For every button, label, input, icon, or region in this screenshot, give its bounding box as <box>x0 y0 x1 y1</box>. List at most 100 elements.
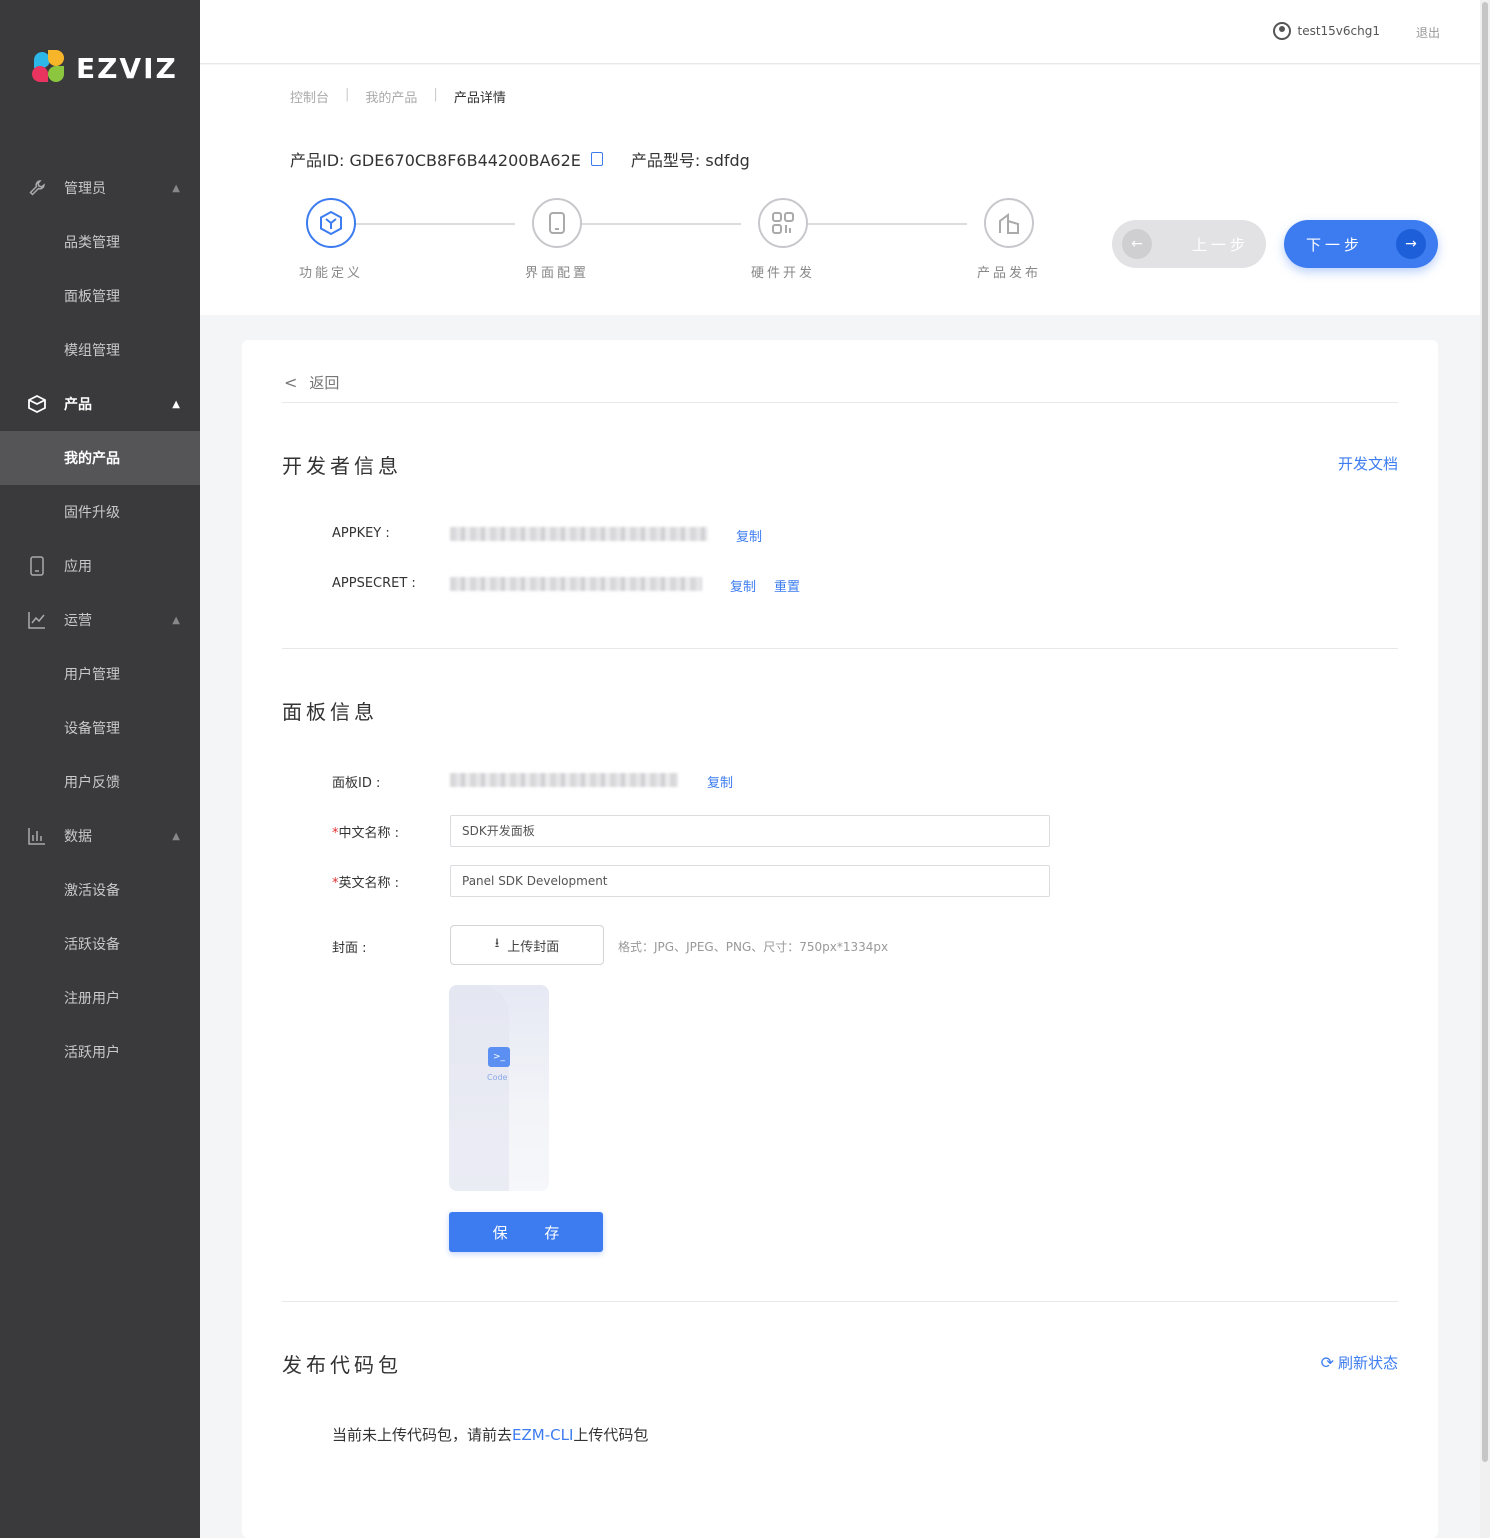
en-name-input[interactable]: Panel SDK Development <box>450 865 1050 897</box>
sidebar-item-label: 设备管理 <box>64 721 120 737</box>
breadcrumb-separator: | <box>433 87 438 102</box>
sidebar-item-label: 活跃设备 <box>64 937 120 953</box>
arrow-right-icon: → <box>1396 229 1426 259</box>
appkey-value-redacted <box>450 527 708 541</box>
sidebar-item-15[interactable]: 注册用户 <box>0 971 200 1025</box>
step-label: 硬件开发 <box>750 266 815 281</box>
product-model: 产品型号: sdfdg <box>630 151 750 170</box>
sidebar-item-8[interactable]: 运营 ▲ <box>0 593 200 647</box>
package-status-text: 当前未上传代码包，请前去EZM-CLI上传代码包 <box>332 1424 648 1445</box>
breadcrumb-my-products[interactable]: 我的产品 <box>365 87 417 106</box>
sidebar-item-label: 激活设备 <box>64 883 120 899</box>
cn-name-label-text: 中文名称 : <box>338 826 400 841</box>
sidebar-item-label: 应用 <box>64 559 92 575</box>
cover-code-label: Code <box>487 1073 508 1082</box>
grid-icon <box>758 198 808 248</box>
refresh-status-link[interactable]: ⟳ 刷新状态 <box>1321 1352 1398 1373</box>
copy-appkey-button[interactable]: 复制 <box>736 526 762 545</box>
progress-steps: 功能定义 界面配置 硬件开发 产品发布 <box>290 198 1050 288</box>
sidebar-item-label: 模组管理 <box>64 343 120 359</box>
reset-appsecret-button[interactable]: 重置 <box>774 576 800 595</box>
breadcrumb-console[interactable]: 控制台 <box>290 87 329 106</box>
next-step-button[interactable]: 下一步 → <box>1284 220 1438 268</box>
step-connector <box>581 223 741 225</box>
step-function-definition[interactable]: 功能定义 <box>286 198 376 281</box>
sidebar-item-10[interactable]: 设备管理 <box>0 701 200 755</box>
user-menu[interactable]: test15v6chg1 <box>1273 22 1380 40</box>
chevron-up-icon: ▲ <box>172 614 180 626</box>
sidebar-item-2[interactable]: 面板管理 <box>0 269 200 323</box>
step-label: 产品发布 <box>976 266 1041 281</box>
sidebar-item-label: 注册用户 <box>64 991 120 1007</box>
phone-icon <box>532 198 582 248</box>
upload-cover-button[interactable]: ⭳ 上传封面 <box>450 925 604 965</box>
divider <box>282 1301 1398 1302</box>
cover-label: 封面 : <box>332 941 367 956</box>
appsecret-label: APPSECRET : <box>332 576 416 591</box>
save-button[interactable]: 保 存 <box>449 1212 603 1252</box>
sidebar-item-label: 我的产品 <box>64 451 120 467</box>
cn-name-input[interactable]: SDK开发面板 <box>450 815 1050 847</box>
sidebar-item-label: 运营 <box>64 613 92 629</box>
sidebar-item-1[interactable]: 品类管理 <box>0 215 200 269</box>
arrow-left-icon: ← <box>1122 229 1152 259</box>
chevron-up-icon: ▲ <box>172 398 180 410</box>
sidebar-item-label: 数据 <box>64 829 92 845</box>
chevron-up-icon: ▲ <box>172 830 180 842</box>
next-step-label: 下一步 <box>1306 235 1364 254</box>
chevron-left-icon: < <box>284 373 298 392</box>
developer-info-title: 开发者信息 <box>282 454 402 478</box>
sidebar-item-label: 面板管理 <box>64 289 120 305</box>
sidebar-item-11[interactable]: 用户反馈 <box>0 755 200 809</box>
panel-id-label: 面板ID : <box>332 776 381 791</box>
sidebar-item-3[interactable]: 模组管理 <box>0 323 200 377</box>
en-name-label: *英文名称 : <box>332 872 399 891</box>
scrollbar-thumb[interactable] <box>1482 2 1488 1462</box>
divider <box>282 402 1398 403</box>
chart-line-icon <box>27 610 47 630</box>
step-connector <box>807 223 967 225</box>
cover-format-hint: 格式：JPG、JPEG、PNG、尺寸：750px*1334px <box>618 940 889 954</box>
step-connector <box>355 223 515 225</box>
terminal-icon: >_ <box>488 1047 510 1067</box>
dev-docs-link[interactable]: 开发文档 <box>1338 453 1398 474</box>
sidebar-item-14[interactable]: 活跃设备 <box>0 917 200 971</box>
box-icon <box>27 394 47 414</box>
breadcrumb-current: 产品详情 <box>453 91 506 106</box>
sidebar-item-16[interactable]: 活跃用户 <box>0 1025 200 1079</box>
ezviz-logo[interactable]: EZVIZ <box>30 48 178 88</box>
en-name-label-text: 英文名称 : <box>338 876 400 891</box>
sidebar-item-0[interactable]: 管理员 ▲ <box>0 161 200 215</box>
sidebar-item-5[interactable]: 我的产品 <box>0 431 200 485</box>
bar-chart-icon <box>27 826 47 846</box>
refresh-status-label: 刷新状态 <box>1337 1354 1398 1372</box>
sidebar-item-9[interactable]: 用户管理 <box>0 647 200 701</box>
logout-link[interactable]: 退出 <box>1416 24 1440 41</box>
sidebar-item-12[interactable]: 数据 ▲ <box>0 809 200 863</box>
sidebar-item-6[interactable]: 固件升级 <box>0 485 200 539</box>
prev-step-button[interactable]: ← 上一步 <box>1112 220 1266 268</box>
ezm-cli-link[interactable]: EZM-CLI <box>512 1426 573 1444</box>
copy-panel-id-button[interactable]: 复制 <box>707 772 733 791</box>
sidebar-item-4[interactable]: 产品 ▲ <box>0 377 200 431</box>
chevron-up-icon: ▲ <box>172 182 180 194</box>
product-header: 控制台 | 我的产品 | 产品详情 产品ID: GDE670CB8F6B4420… <box>200 65 1480 315</box>
sidebar-item-label: 活跃用户 <box>64 1045 120 1061</box>
step-ui-config[interactable]: 界面配置 <box>512 198 602 281</box>
top-header: test15v6chg1 退出 <box>200 0 1480 64</box>
divider <box>282 648 1398 649</box>
sidebar-item-13[interactable]: 激活设备 <box>0 863 200 917</box>
sidebar-item-7[interactable]: 应用 <box>0 539 200 593</box>
step-product-release[interactable]: 产品发布 <box>964 198 1054 281</box>
step-hardware-dev[interactable]: 硬件开发 <box>738 198 828 281</box>
username: test15v6chg1 <box>1297 24 1380 38</box>
step-label: 界面配置 <box>524 266 589 281</box>
copy-appsecret-button[interactable]: 复制 <box>730 576 756 595</box>
refresh-icon: ⟳ <box>1320 1353 1334 1372</box>
copy-icon[interactable] <box>590 152 603 166</box>
back-link[interactable]: < 返回 <box>284 372 339 393</box>
panel-id-value-redacted <box>450 773 678 787</box>
wrench-icon <box>27 178 47 198</box>
sidebar-item-label: 用户反馈 <box>64 775 120 791</box>
product-id: 产品ID: GDE670CB8F6B44200BA62E <box>290 151 581 170</box>
